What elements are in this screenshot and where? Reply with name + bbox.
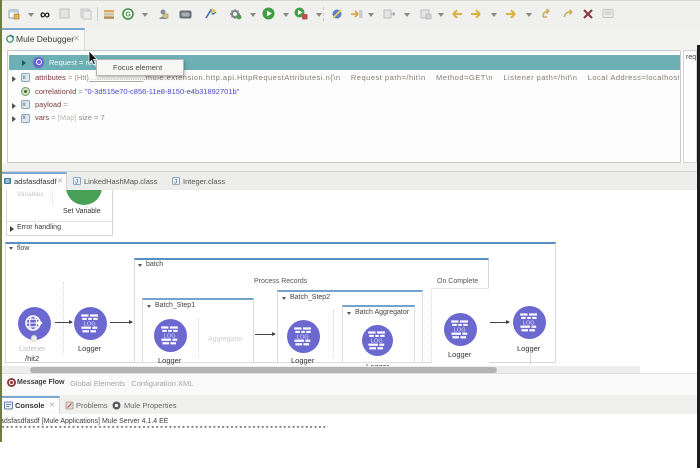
svg-text:LOG: LOG (164, 333, 176, 339)
svg-text:LOG: LOG (84, 322, 96, 328)
svg-text:G: G (125, 12, 131, 19)
svg-text:LOG: LOG (454, 327, 466, 333)
svg-text:J: J (174, 180, 177, 186)
svg-text:LOG: LOG (297, 335, 309, 341)
svg-text:LOG: LOG (523, 321, 535, 327)
svg-text:J: J (75, 180, 78, 186)
svg-text:LOG: LOG (371, 339, 383, 345)
